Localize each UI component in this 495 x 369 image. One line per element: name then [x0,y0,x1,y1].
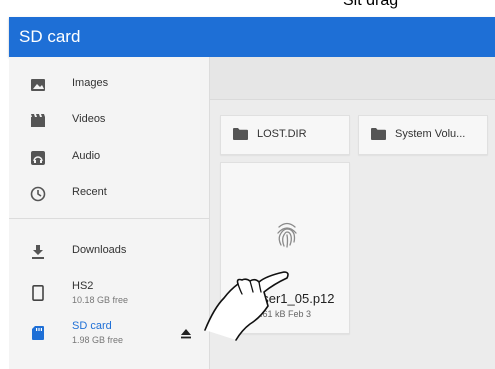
audio-icon [31,151,45,165]
sidebar-item-label: Downloads [72,244,127,256]
sidebar-item-label: Videos [72,113,106,125]
sidebar-item-videos[interactable]: Videos [9,103,209,139]
sidebar-item-label: Audio [72,150,101,162]
eject-icon[interactable] [180,328,192,340]
top-cropped-area: Sit drag [341,0,495,17]
sidebar-item-label: SD card [72,320,112,332]
folder-item[interactable]: LOST.DIR [220,115,350,155]
sidebar-item-label: Images [72,77,109,89]
sidebar-item-label: Recent [72,186,107,198]
sidebar-item-audio[interactable]: Audio [9,140,209,176]
folder-icon [233,128,248,140]
sidebar-item-hs2[interactable]: HS2 10.18 GB free [9,275,209,311]
sidebar-item-recent[interactable]: Recent [9,176,209,212]
folder-name: System Volu... [395,128,466,140]
image-icon [31,79,45,91]
sidebar-item-downloads[interactable]: Downloads [9,234,209,270]
video-icon [31,114,45,127]
sdcard-icon [32,326,44,340]
folder-icon [371,128,386,140]
free-space-text: 10.18 GB free [72,295,129,305]
toolbar-strip [210,57,495,100]
cropped-caption: Sit drag [343,0,399,9]
sidebar-divider [9,218,209,219]
clock-icon [30,186,46,202]
pointer-hand-icon [204,271,289,341]
sidebar-item-label: HS2 [72,280,94,292]
download-icon [32,245,44,259]
sidebar-item-images[interactable]: Images [9,67,209,103]
fingerprint-icon [277,222,297,248]
sidebar-item-sdcard[interactable]: SD card 1.98 GB free [9,315,209,351]
app-window: Sit drag SD card Images Videos Audio Rec… [9,0,495,369]
folder-name: LOST.DIR [257,128,307,140]
phone-icon [32,285,44,301]
sidebar: Images Videos Audio Recent Downloads HS2… [9,57,210,369]
free-space-text: 1.98 GB free [72,335,124,345]
folder-item[interactable]: System Volu... [358,115,488,155]
app-bar: SD card [9,17,495,57]
page-title: SD card [19,27,81,46]
